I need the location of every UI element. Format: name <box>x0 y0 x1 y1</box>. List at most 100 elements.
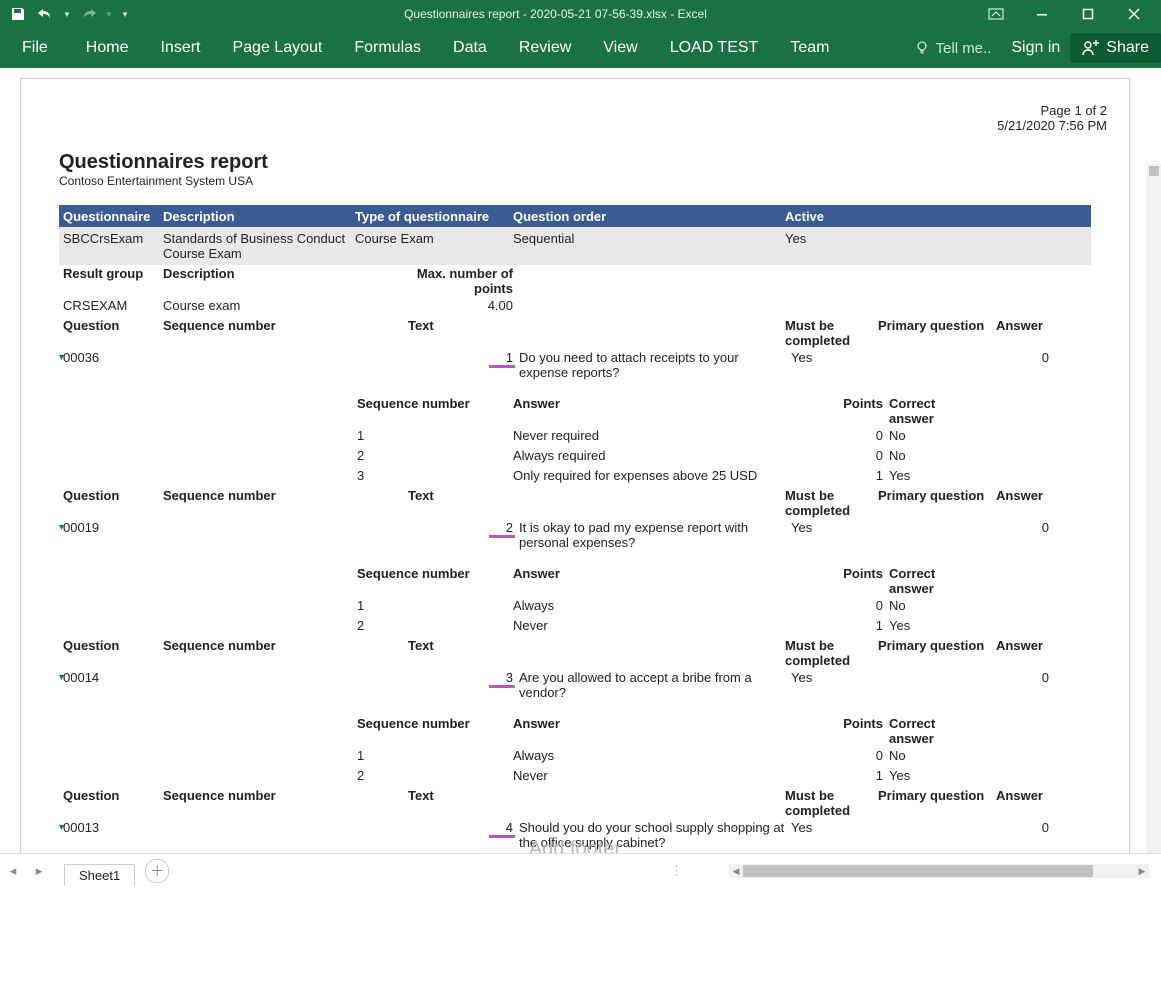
sheet-nav-prev-icon[interactable]: ▸ <box>26 858 52 884</box>
save-icon[interactable] <box>6 2 30 26</box>
page-timestamp: 5/21/2020 7:56 PM <box>997 118 1107 133</box>
col-type: Type of questionnaire <box>355 209 513 224</box>
redo-dropdown-icon[interactable]: ▼ <box>104 2 114 26</box>
hdr-ans-points: Points <box>839 566 889 581</box>
hdr-answer: Answer <box>987 488 1047 503</box>
cell-ans-points: 0 <box>839 428 889 443</box>
tell-me-input[interactable]: Tell me.. <box>904 40 1002 57</box>
hdr-ans-correct: Correct answer <box>889 396 979 426</box>
question-row: ▾000143Are you allowed to accept a bribe… <box>59 669 1091 701</box>
sheet-nav-first-icon[interactable]: ◂ <box>0 858 26 884</box>
hdr-must-be: Must be completed <box>785 318 878 348</box>
bulb-icon <box>914 40 930 56</box>
hdr-ans-answer: Answer <box>513 566 839 581</box>
maximize-icon[interactable] <box>1065 0 1111 28</box>
answer-row: 2Never1Yes <box>59 767 1091 787</box>
undo-icon[interactable] <box>34 2 58 26</box>
hdr-question: Question <box>59 788 163 803</box>
close-icon[interactable] <box>1111 0 1157 28</box>
share-label: Share <box>1106 39 1149 57</box>
cell-ans-correct: No <box>889 428 979 443</box>
cell-answer-val: 0 <box>993 520 1053 535</box>
hscroll-thumb[interactable] <box>743 865 1093 877</box>
ribbon: File Home Insert Page Layout Formulas Da… <box>0 28 1161 68</box>
hscroll-right-icon[interactable]: ▶ <box>1135 864 1149 878</box>
split-handle-icon[interactable]: ⋮ <box>670 863 683 879</box>
hdr-seqnum: Sequence number <box>163 488 408 503</box>
hdr-primary: Primary question <box>878 488 987 503</box>
add-sheet-button[interactable]: ＋ <box>145 859 169 883</box>
hscroll-left-icon[interactable]: ◀ <box>729 864 743 878</box>
question-header-row: QuestionSequence numberTextMust be compl… <box>59 317 1091 349</box>
ribbon-tab-view[interactable]: View <box>587 28 653 68</box>
hdr-max-points: Max. number of points <box>383 266 521 296</box>
print-page[interactable]: Page 1 of 2 5/21/2020 7:56 PM Questionna… <box>20 78 1130 888</box>
answer-row: 1Always0No <box>59 747 1091 767</box>
question-row: ▾000361Do you need to attach receipts to… <box>59 349 1091 381</box>
result-group-header-row: Result group Description Max. number of … <box>59 265 1091 297</box>
hdr-text: Text <box>408 638 513 653</box>
ribbon-tab-home[interactable]: Home <box>70 28 145 68</box>
undo-dropdown-icon[interactable]: ▼ <box>62 2 72 26</box>
cell-ans-correct: No <box>889 598 979 613</box>
ribbon-tab-page-layout[interactable]: Page Layout <box>216 28 338 68</box>
ribbon-tab-formulas[interactable]: Formulas <box>338 28 437 68</box>
qat-customize-icon[interactable]: ▼ <box>118 2 132 26</box>
vertical-scrollbar-thumb[interactable] <box>1149 166 1159 176</box>
share-icon <box>1082 40 1100 56</box>
tick-icon: ▾ <box>59 822 64 833</box>
cell-question-id: ▾00019 <box>59 520 163 535</box>
answer-row: 3Only required for expenses above 25 USD… <box>59 467 1091 487</box>
ribbon-tab-team[interactable]: Team <box>774 28 845 68</box>
cell-result-group: CRSEXAM <box>59 298 163 313</box>
cell-question-id: ▾00036 <box>59 350 163 365</box>
redo-icon[interactable] <box>76 2 100 26</box>
underline-icon <box>489 365 515 368</box>
cell-question-id: ▾00014 <box>59 670 163 685</box>
hdr-ans-answer: Answer <box>513 396 839 411</box>
ribbon-display-icon[interactable] <box>973 0 1019 28</box>
sheet-tab[interactable]: Sheet1 <box>64 864 135 886</box>
hdr-rg-description: Description <box>163 266 383 281</box>
tell-me-label: Tell me.. <box>936 40 992 57</box>
cell-ans-correct: Yes <box>889 768 979 783</box>
vertical-scrollbar[interactable] <box>1147 164 1161 854</box>
cell-answer-val: 0 <box>993 820 1053 835</box>
answer-row: 2Never1Yes <box>59 617 1091 637</box>
cell-order: Sequential <box>513 231 785 246</box>
hdr-text: Text <box>408 788 513 803</box>
share-button[interactable]: Share <box>1070 33 1161 63</box>
cell-ans-correct: No <box>889 448 979 463</box>
cell-questionnaire: SBCCrsExam <box>59 231 163 246</box>
hdr-question: Question <box>59 638 163 653</box>
cell-ans-seq: 2 <box>357 618 513 633</box>
cell-must-be: Yes <box>791 670 884 685</box>
cell-ans-text: Never <box>513 768 839 783</box>
col-order: Question order <box>513 209 785 224</box>
file-tab[interactable]: File <box>0 28 70 68</box>
quick-access-toolbar: ▼ ▼ ▼ <box>0 2 138 26</box>
cell-answer-val: 0 <box>993 670 1053 685</box>
cell-question-id: ▾00013 <box>59 820 163 835</box>
horizontal-scrollbar[interactable]: ◀ ▶ <box>729 864 1149 878</box>
minimize-icon[interactable] <box>1019 0 1065 28</box>
cell-must-be: Yes <box>791 350 884 365</box>
ribbon-tab-review[interactable]: Review <box>503 28 587 68</box>
cell-ans-text: Never <box>513 618 839 633</box>
question-header-row: QuestionSequence numberTextMust be compl… <box>59 487 1091 519</box>
cell-must-be: Yes <box>791 820 884 835</box>
ribbon-tab-data[interactable]: Data <box>437 28 503 68</box>
hdr-result-group: Result group <box>59 266 163 281</box>
ribbon-tab-insert[interactable]: Insert <box>144 28 216 68</box>
hdr-ans-correct: Correct answer <box>889 566 979 596</box>
ribbon-tab-load-test[interactable]: LOAD TEST <box>654 28 775 68</box>
sign-in-button[interactable]: Sign in <box>1001 39 1070 57</box>
cell-question-seq: 4 <box>163 820 519 835</box>
cell-answer-val: 0 <box>993 350 1053 365</box>
tick-icon: ▾ <box>59 672 64 683</box>
cell-question-seq: 2 <box>163 520 519 535</box>
underline-icon <box>489 535 515 538</box>
hdr-ans-seq: Sequence number <box>357 566 513 581</box>
hdr-must-be: Must be completed <box>785 788 878 818</box>
question-header-row: QuestionSequence numberTextMust be compl… <box>59 787 1091 819</box>
